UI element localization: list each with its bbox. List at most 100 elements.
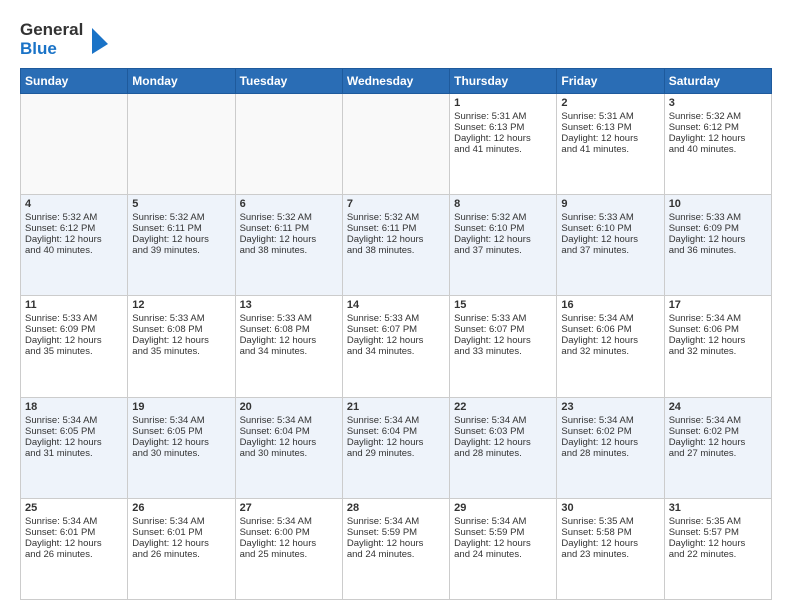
logo-svg: GeneralBlue	[20, 18, 110, 60]
calendar-cell: 19Sunrise: 5:34 AMSunset: 6:05 PMDayligh…	[128, 397, 235, 498]
day-info: Sunset: 6:05 PM	[25, 426, 123, 437]
day-info: and 34 minutes.	[240, 346, 338, 357]
day-info: Sunset: 5:59 PM	[347, 527, 445, 538]
day-info: and 31 minutes.	[25, 448, 123, 459]
calendar-cell: 14Sunrise: 5:33 AMSunset: 6:07 PMDayligh…	[342, 296, 449, 397]
calendar-week-4: 18Sunrise: 5:34 AMSunset: 6:05 PMDayligh…	[21, 397, 772, 498]
day-info: and 29 minutes.	[347, 448, 445, 459]
day-info: and 37 minutes.	[454, 245, 552, 256]
calendar-cell: 3Sunrise: 5:32 AMSunset: 6:12 PMDaylight…	[664, 94, 771, 195]
day-info: and 36 minutes.	[669, 245, 767, 256]
day-number: 15	[454, 299, 552, 311]
day-info: Sunset: 6:07 PM	[347, 324, 445, 335]
svg-text:General: General	[20, 20, 83, 39]
calendar-cell: 17Sunrise: 5:34 AMSunset: 6:06 PMDayligh…	[664, 296, 771, 397]
calendar-cell: 23Sunrise: 5:34 AMSunset: 6:02 PMDayligh…	[557, 397, 664, 498]
day-info: and 22 minutes.	[669, 549, 767, 560]
calendar-cell: 22Sunrise: 5:34 AMSunset: 6:03 PMDayligh…	[450, 397, 557, 498]
day-number: 3	[669, 97, 767, 109]
calendar-week-2: 4Sunrise: 5:32 AMSunset: 6:12 PMDaylight…	[21, 195, 772, 296]
day-info: and 30 minutes.	[132, 448, 230, 459]
day-info: Daylight: 12 hours	[561, 234, 659, 245]
day-number: 5	[132, 198, 230, 210]
day-info: Sunset: 6:02 PM	[561, 426, 659, 437]
logo: GeneralBlue	[20, 18, 110, 60]
day-number: 13	[240, 299, 338, 311]
page: GeneralBlue SundayMondayTuesdayWednesday…	[0, 0, 792, 612]
day-info: and 28 minutes.	[561, 448, 659, 459]
day-info: Sunset: 6:11 PM	[347, 223, 445, 234]
day-number: 17	[669, 299, 767, 311]
day-info: Sunrise: 5:34 AM	[132, 415, 230, 426]
day-info: Sunset: 6:09 PM	[669, 223, 767, 234]
day-info: and 40 minutes.	[669, 144, 767, 155]
day-info: Daylight: 12 hours	[669, 538, 767, 549]
calendar-header-wednesday: Wednesday	[342, 69, 449, 94]
day-info: Daylight: 12 hours	[132, 234, 230, 245]
day-number: 27	[240, 502, 338, 514]
day-info: and 39 minutes.	[132, 245, 230, 256]
day-info: Sunrise: 5:34 AM	[132, 516, 230, 527]
day-info: Daylight: 12 hours	[561, 538, 659, 549]
day-info: Sunrise: 5:32 AM	[240, 212, 338, 223]
day-number: 18	[25, 401, 123, 413]
day-info: Daylight: 12 hours	[669, 133, 767, 144]
day-info: Sunset: 5:58 PM	[561, 527, 659, 538]
calendar-header-friday: Friday	[557, 69, 664, 94]
calendar-cell: 5Sunrise: 5:32 AMSunset: 6:11 PMDaylight…	[128, 195, 235, 296]
day-info: and 38 minutes.	[240, 245, 338, 256]
calendar-cell: 13 Sunrise: 5:33 AMSunset: 6:08 PMDayligh…	[235, 296, 342, 397]
calendar-cell	[342, 94, 449, 195]
calendar-header-monday: Monday	[128, 69, 235, 94]
day-number: 8	[454, 198, 552, 210]
day-info: Sunrise: 5:34 AM	[669, 415, 767, 426]
day-info: Daylight: 12 hours	[240, 437, 338, 448]
day-info: and 35 minutes.	[132, 346, 230, 357]
day-info: Sunset: 6:00 PM	[240, 527, 338, 538]
calendar-cell	[21, 94, 128, 195]
calendar-week-3: 11Sunrise: 5:33 AMSunset: 6:09 PMDayligh…	[21, 296, 772, 397]
day-info: Daylight: 12 hours	[240, 335, 338, 346]
day-info: Sunrise: 5:34 AM	[454, 415, 552, 426]
day-info: Sunrise: 5:33 AM	[669, 212, 767, 223]
day-info: Sunrise: 5:33 AM	[561, 212, 659, 223]
day-info: Daylight: 12 hours	[454, 335, 552, 346]
day-info: Sunrise: 5:34 AM	[347, 415, 445, 426]
day-number: 30	[561, 502, 659, 514]
day-info: Daylight: 12 hours	[454, 538, 552, 549]
day-info: Sunrise: 5:31 AM	[454, 111, 552, 122]
day-info: Sunrise: 5:33 AM	[347, 313, 445, 324]
day-info: Daylight: 12 hours	[347, 335, 445, 346]
day-info: and 25 minutes.	[240, 549, 338, 560]
day-info: Sunrise: 5:32 AM	[347, 212, 445, 223]
day-info: Sunset: 5:57 PM	[669, 527, 767, 538]
day-info: Sunrise: 5:33 AM	[454, 313, 552, 324]
day-info: Sunrise: 5:32 AM	[454, 212, 552, 223]
day-info: Sunrise: 5:35 AM	[561, 516, 659, 527]
day-info: Sunset: 6:08 PM	[240, 324, 338, 335]
day-info: Sunrise: 5:31 AM	[561, 111, 659, 122]
day-info: and 41 minutes.	[561, 144, 659, 155]
day-number: 9	[561, 198, 659, 210]
day-info: Daylight: 12 hours	[347, 234, 445, 245]
calendar-cell: 6Sunrise: 5:32 AMSunset: 6:11 PMDaylight…	[235, 195, 342, 296]
day-info: Sunrise: 5:34 AM	[347, 516, 445, 527]
day-number: 21	[347, 401, 445, 413]
calendar-cell: 25Sunrise: 5:34 AMSunset: 6:01 PMDayligh…	[21, 498, 128, 599]
calendar-header-sunday: Sunday	[21, 69, 128, 94]
day-number: 25	[25, 502, 123, 514]
calendar-cell: 20Sunrise: 5:34 AMSunset: 6:04 PMDayligh…	[235, 397, 342, 498]
calendar-cell: 9Sunrise: 5:33 AMSunset: 6:10 PMDaylight…	[557, 195, 664, 296]
day-info: Sunrise: 5:33 AM	[240, 313, 338, 324]
day-info: Daylight: 12 hours	[25, 437, 123, 448]
day-info: Sunrise: 5:33 AM	[25, 313, 123, 324]
day-info: Sunset: 6:12 PM	[669, 122, 767, 133]
day-number: 22	[454, 401, 552, 413]
calendar-cell: 18Sunrise: 5:34 AMSunset: 6:05 PMDayligh…	[21, 397, 128, 498]
day-info: Sunset: 6:07 PM	[454, 324, 552, 335]
day-info: Daylight: 12 hours	[561, 335, 659, 346]
calendar-cell: 7Sunrise: 5:32 AMSunset: 6:11 PMDaylight…	[342, 195, 449, 296]
day-number: 31	[669, 502, 767, 514]
day-number: 10	[669, 198, 767, 210]
day-number: 24	[669, 401, 767, 413]
